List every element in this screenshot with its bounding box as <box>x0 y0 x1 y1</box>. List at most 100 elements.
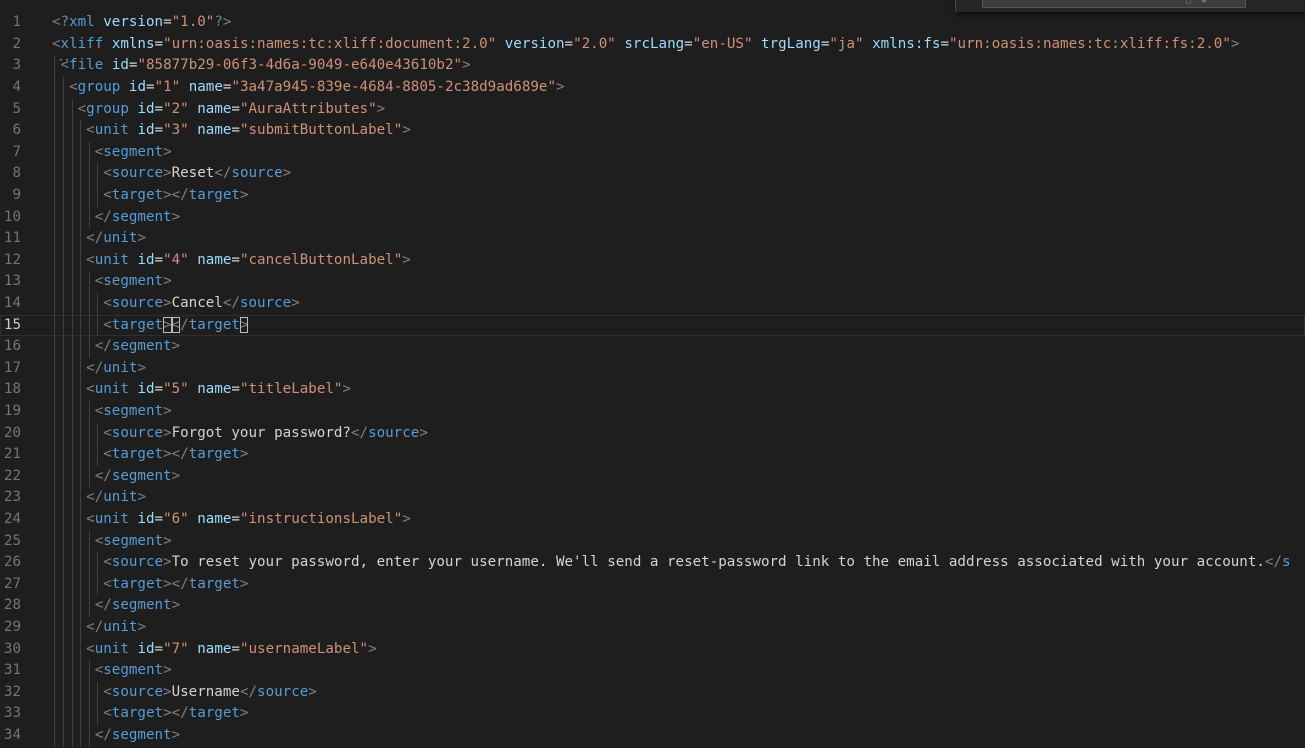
code-token: </ <box>86 230 104 247</box>
code-token: = <box>154 122 164 139</box>
code-token: file <box>69 57 104 74</box>
line-code: <target></target> <box>52 703 248 725</box>
code-line[interactable]: 26 <source>To reset your password, enter… <box>0 552 1305 574</box>
line-number: 12 <box>3 251 21 268</box>
line-code: </unit> <box>52 358 146 380</box>
code-line[interactable]: 12 <unit id="4" name="cancelButtonLabel"… <box>0 250 1305 272</box>
code-line[interactable]: 30 <unit id="7" name="usernameLabel"> <box>0 639 1305 661</box>
line-number: 7 <box>12 143 21 160</box>
code-editor[interactable]: ··· 1 <?xml version="1.0"?> 2 <xliff xmlns=… <box>0 0 1305 748</box>
code-token: "6" <box>163 511 189 527</box>
code-line[interactable]: 25 <segment> <box>0 531 1305 553</box>
code-line[interactable]: 23 </unit> <box>0 487 1305 509</box>
line-code: <target></target> <box>52 444 248 466</box>
code-token: = <box>231 100 240 117</box>
code-line[interactable]: 15 <target></target> <box>0 314 1305 337</box>
code-token: source <box>111 683 164 700</box>
line-number: 27 <box>3 575 21 592</box>
code-line[interactable]: 6 <unit id="3" name="submitButtonLabel"> <box>0 120 1305 142</box>
line-number: 19 <box>3 403 21 419</box>
code-token: name <box>197 640 232 657</box>
code-token: ></ <box>163 446 189 463</box>
code-token: < <box>94 273 104 290</box>
code-line[interactable]: 7 <segment> <box>0 142 1305 164</box>
code-line[interactable]: 3 <file id="85877b29-06f3-4d6a-9049-e640… <box>0 55 1305 77</box>
find-widget[interactable]: ▢ ≡ <box>955 0 1305 12</box>
code-token: < <box>86 511 95 527</box>
code-line[interactable]: 34 </segment> <box>0 725 1305 747</box>
line-code: <xliff xmlns="urn:oasis:names:tc:xliff:d… <box>52 34 1239 56</box>
code-line[interactable]: 16 </segment> <box>0 336 1305 358</box>
code-line[interactable]: 11 </unit> <box>0 228 1305 250</box>
code-token: ?> <box>214 14 232 31</box>
code-token: > <box>368 640 377 657</box>
code-token: target <box>188 446 240 463</box>
line-code: <target></target> <box>52 315 249 337</box>
line-code: <group id="1" name="3a47a945-839e-4684-8… <box>52 77 564 99</box>
code-line[interactable]: 4 <group id="1" name="3a47a945-839e-4684… <box>0 77 1305 99</box>
code-token: </ <box>239 683 258 700</box>
code-line[interactable]: 1 <?xml version="1.0"?> <box>0 12 1305 34</box>
line-code: <file id="85877b29-06f3-4d6a-9049-e640e4… <box>52 55 471 77</box>
code-line[interactable]: 5 <group id="2" name="AuraAttributes"> <box>0 99 1305 121</box>
code-line[interactable]: 8 <source>Reset</source> <box>0 163 1305 185</box>
code-token: < <box>69 79 78 95</box>
code-line[interactable]: 28 </segment> <box>0 595 1305 617</box>
code-line[interactable]: 24 <unit id="6" name="instructionsLabel"… <box>0 509 1305 531</box>
code-line[interactable]: 21 <target></target> <box>0 444 1305 466</box>
code-line[interactable]: 9 <target></target> <box>0 185 1305 207</box>
code-token: = <box>231 251 240 268</box>
code-token: "ja" <box>829 35 864 52</box>
code-token: "cancelButtonLabel" <box>239 251 403 268</box>
code-token: </ <box>94 208 112 225</box>
code-line[interactable]: 31 <segment> <box>0 660 1305 682</box>
code-line[interactable]: 13 <segment> <box>0 271 1305 293</box>
code-token: unit <box>94 511 129 527</box>
code-line[interactable]: 18 <unit id="5" name="titleLabel"> <box>0 379 1305 401</box>
code-line[interactable]: 22 </segment> <box>0 466 1305 488</box>
code-token: target <box>111 316 164 333</box>
code-line[interactable]: 14 <source>Cancel</source> <box>0 293 1305 315</box>
code-token: unit <box>94 122 129 139</box>
code-line[interactable]: 19 <segment> <box>0 401 1305 423</box>
code-line[interactable]: 32 <source>Username</source> <box>0 682 1305 704</box>
find-options-icon[interactable]: ▢ ≡ <box>1186 0 1209 5</box>
code-token: ></ <box>163 575 189 592</box>
code-token: id <box>111 57 129 74</box>
line-code: </unit> <box>52 487 146 509</box>
line-code: <segment> <box>52 531 172 553</box>
line-number: 22 <box>3 467 21 484</box>
code-token: > <box>171 208 181 225</box>
line-number: 24 <box>3 511 21 527</box>
code-token: segment <box>111 208 172 225</box>
line-code: <source>Username</source> <box>52 682 317 704</box>
code-line[interactable]: 33 <target></target> <box>0 703 1305 725</box>
line-code: </unit> <box>52 617 146 639</box>
line-number: 16 <box>3 338 21 355</box>
code-token: < <box>86 251 95 268</box>
code-line[interactable]: 20 <source>Forgot your password?</source… <box>0 423 1305 445</box>
code-token: "submitButtonLabel" <box>239 122 403 139</box>
code-token: = <box>564 35 574 52</box>
code-token: name <box>197 511 232 527</box>
code-token: xliff <box>60 35 104 52</box>
code-line[interactable]: 17 </unit> <box>0 358 1305 380</box>
code-line[interactable]: 2 <xliff xmlns="urn:oasis:names:tc:xliff:… <box>0 34 1305 56</box>
code-line[interactable]: 10 </segment> <box>0 207 1305 229</box>
code-token: unit <box>103 359 138 376</box>
code-token: > <box>163 683 172 700</box>
code-token: "7" <box>163 640 189 657</box>
code-token: </ <box>94 338 112 355</box>
code-line[interactable]: 29 </unit> <box>0 617 1305 639</box>
code-token: "1" <box>154 79 181 95</box>
code-line[interactable]: 27 <target></target> <box>0 574 1305 596</box>
indent-guide <box>97 163 98 207</box>
code-token: > <box>163 662 172 679</box>
